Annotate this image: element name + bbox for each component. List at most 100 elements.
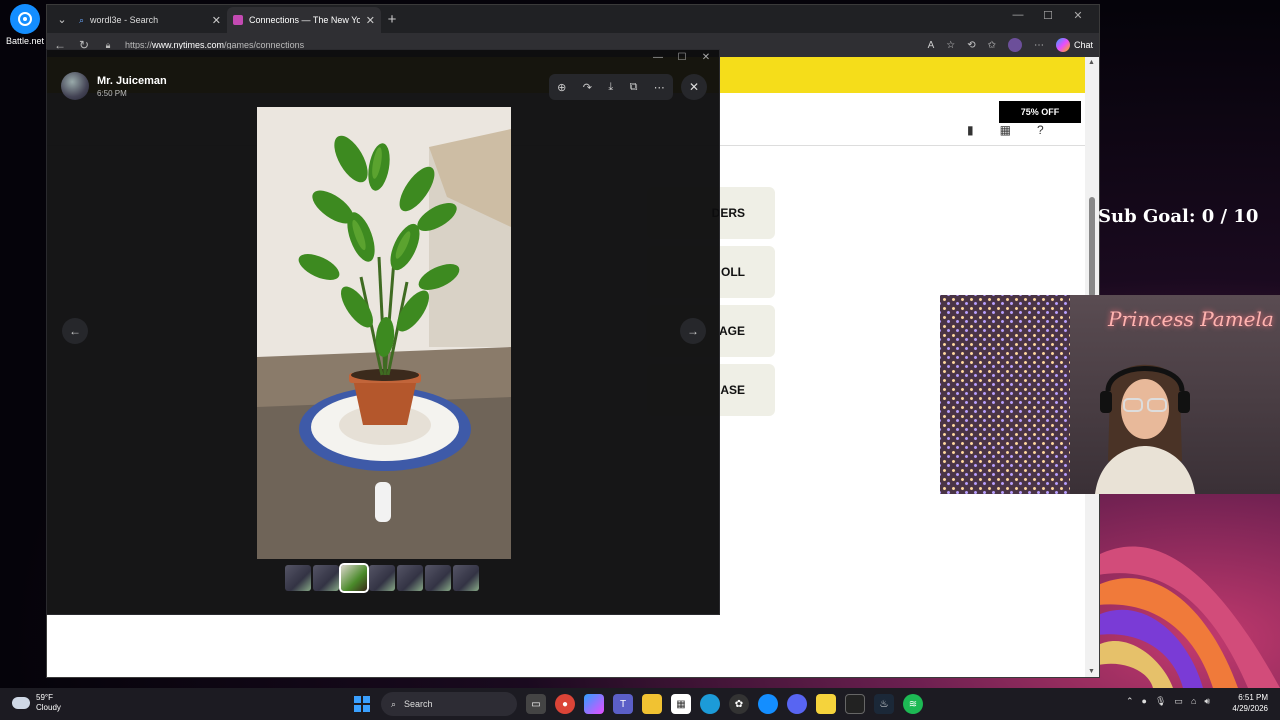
favorite-star-icon[interactable]: ☆ — [946, 40, 955, 51]
spotify-icon[interactable]: ≋ — [903, 694, 923, 714]
thumbnail[interactable] — [313, 565, 339, 591]
chevron-up-icon[interactable]: ⌃ — [1126, 696, 1134, 707]
file-explorer-icon[interactable] — [642, 694, 662, 714]
offer-button[interactable]: 75% OFF — [999, 101, 1081, 123]
tab-bar: ⌄ ⌕ wordl3e - Search ✕ Connections — The… — [47, 5, 1099, 33]
windows-start-icon[interactable] — [352, 694, 372, 714]
battlenet-desktop-icon[interactable]: Battle.net — [4, 4, 46, 46]
more-menu-icon[interactable]: ⋯ — [1034, 40, 1044, 51]
thumbnail[interactable] — [369, 565, 395, 591]
steam-icon[interactable]: ♨ — [874, 694, 894, 714]
stats-icon[interactable]: ▮ — [967, 123, 974, 137]
network-icon[interactable]: ⌂ — [1191, 696, 1196, 707]
tab-connections[interactable]: Connections — The New York Tim ✕ — [227, 7, 381, 33]
profile-avatar-icon[interactable] — [1007, 38, 1022, 52]
thumbnail-strip — [285, 563, 479, 593]
image-toolbar: ⊕ ↷ ⤓ ⧉ ⋯ — [549, 74, 673, 100]
nyt-games-icon — [233, 15, 243, 25]
chrome-icon[interactable]: ● — [555, 694, 575, 714]
chat-label: Chat — [1073, 40, 1093, 50]
taskbar-apps: ⌕ Search ▭ ● T ▦ ✿ ♨ ≋ — [352, 692, 923, 716]
copilot-chat-button[interactable]: Chat — [1055, 38, 1093, 52]
clock-date: 4/29/2026 — [1232, 704, 1268, 713]
battlenet-label: Battle.net — [5, 36, 45, 46]
volume-icon[interactable]: 🔊︎ — [1204, 696, 1210, 707]
maximize-icon[interactable]: ☐ — [673, 52, 691, 63]
search-icon: ⌕ — [391, 698, 397, 709]
battlenet-icon — [10, 4, 40, 34]
message-time: 6:50 PM — [97, 88, 127, 98]
previous-image-button[interactable]: ← — [62, 318, 88, 344]
display-icon[interactable]: ▭ — [1174, 696, 1183, 707]
discord-icon[interactable] — [787, 694, 807, 714]
tab-search[interactable]: ⌕ wordl3e - Search ✕ — [73, 7, 227, 33]
chatgpt-icon[interactable]: ✿ — [729, 694, 749, 714]
webcam-feed: Princess Pamela — [940, 295, 1280, 494]
taskbar-clock[interactable]: 6:51 PM 4/29/2026 — [1224, 692, 1268, 714]
battlenet-taskbar-icon[interactable] — [758, 694, 778, 714]
close-icon[interactable]: ✕ — [697, 52, 715, 63]
weather-widget[interactable]: 59°F Cloudy — [12, 693, 61, 713]
scroll-up-icon[interactable]: ▲ — [1088, 59, 1095, 66]
tab-actions-button[interactable]: ⌄ — [51, 8, 73, 30]
scrollbar-thumb[interactable] — [1089, 197, 1095, 297]
address-bar-actions: A ☆ ⟲ ✩ ⋯ Chat — [928, 38, 1093, 52]
grid-icon[interactable]: ▦ — [1000, 123, 1011, 137]
search-icon: ⌕ — [79, 14, 85, 25]
more-options-icon[interactable]: ⋯ — [654, 81, 665, 94]
viewer-window-controls: — ☐ ✕ — [649, 52, 715, 63]
copilot-icon — [1055, 38, 1070, 52]
minimize-icon[interactable]: — — [1003, 9, 1033, 22]
weather-condition: Cloudy — [36, 703, 61, 712]
system-tray: ⌃ ● 🎙︎ ▭ ⌂ 🔊︎ — [1126, 696, 1210, 707]
edge-icon[interactable] — [700, 694, 720, 714]
zoom-icon[interactable]: ⊕ — [557, 81, 566, 94]
minimize-icon[interactable]: — — [649, 52, 667, 63]
tray-app-icon[interactable]: ● — [1142, 696, 1147, 707]
read-aloud-icon[interactable]: A — [928, 40, 935, 51]
thumbnail[interactable] — [425, 565, 451, 591]
streamer — [1090, 351, 1200, 494]
taskbar-search[interactable]: ⌕ Search — [381, 692, 517, 716]
plant-photo — [257, 107, 511, 559]
cloud-icon — [12, 697, 30, 709]
close-tab-icon[interactable]: ✕ — [366, 14, 375, 27]
forward-icon[interactable]: ↷ — [583, 81, 592, 94]
image-author: Mr. Juiceman 6:50 PM — [61, 72, 167, 100]
search-placeholder: Search — [404, 699, 433, 709]
neon-sign: Princess Pamela — [1108, 307, 1274, 331]
thumbnail[interactable] — [285, 565, 311, 591]
fairy-light-wall — [940, 295, 1070, 494]
copilot-icon[interactable] — [584, 694, 604, 714]
microphone-icon[interactable]: 🎙︎ — [1155, 696, 1166, 707]
header-icons: ▮ ▦ ? — [967, 123, 1044, 137]
thumbnail-active[interactable] — [339, 563, 369, 593]
extensions-icon[interactable]: ⟲ — [967, 40, 975, 51]
maximize-icon[interactable]: ☐ — [1033, 9, 1063, 22]
sticky-notes-icon[interactable] — [816, 694, 836, 714]
clock-time: 6:51 PM — [1238, 693, 1268, 702]
close-tab-icon[interactable]: ✕ — [212, 14, 221, 27]
favorites-icon[interactable]: ✩ — [988, 40, 996, 51]
wallpaper-swirl — [1098, 515, 1280, 688]
teams-icon[interactable]: T — [613, 694, 633, 714]
help-icon[interactable]: ? — [1037, 123, 1044, 137]
author-name: Mr. Juiceman — [97, 74, 167, 87]
temperature: 59°F — [36, 693, 53, 702]
next-image-button[interactable]: → — [680, 318, 706, 344]
avatar[interactable] — [61, 72, 89, 100]
scroll-down-icon[interactable]: ▼ — [1088, 668, 1095, 675]
store-icon[interactable]: ▦ — [671, 694, 691, 714]
thumbnail[interactable] — [453, 565, 479, 591]
thumbnail[interactable] — [397, 565, 423, 591]
task-view-icon[interactable]: ▭ — [526, 694, 546, 714]
discord-image-viewer: — ☐ ✕ Mr. Juiceman 6:50 PM ⊕ ↷ ⤓ ⧉ ⋯ ✕ ←… — [46, 49, 720, 615]
download-icon[interactable]: ⤓ — [608, 81, 613, 94]
close-icon[interactable]: ✕ — [1063, 9, 1093, 22]
open-external-icon[interactable]: ⧉ — [630, 81, 638, 94]
obs-icon[interactable] — [845, 694, 865, 714]
close-viewer-button[interactable]: ✕ — [681, 74, 707, 100]
tab-title: wordl3e - Search — [90, 15, 159, 25]
window-controls: — ☐ ✕ — [1003, 9, 1093, 22]
new-tab-button[interactable]: + — [381, 8, 403, 30]
